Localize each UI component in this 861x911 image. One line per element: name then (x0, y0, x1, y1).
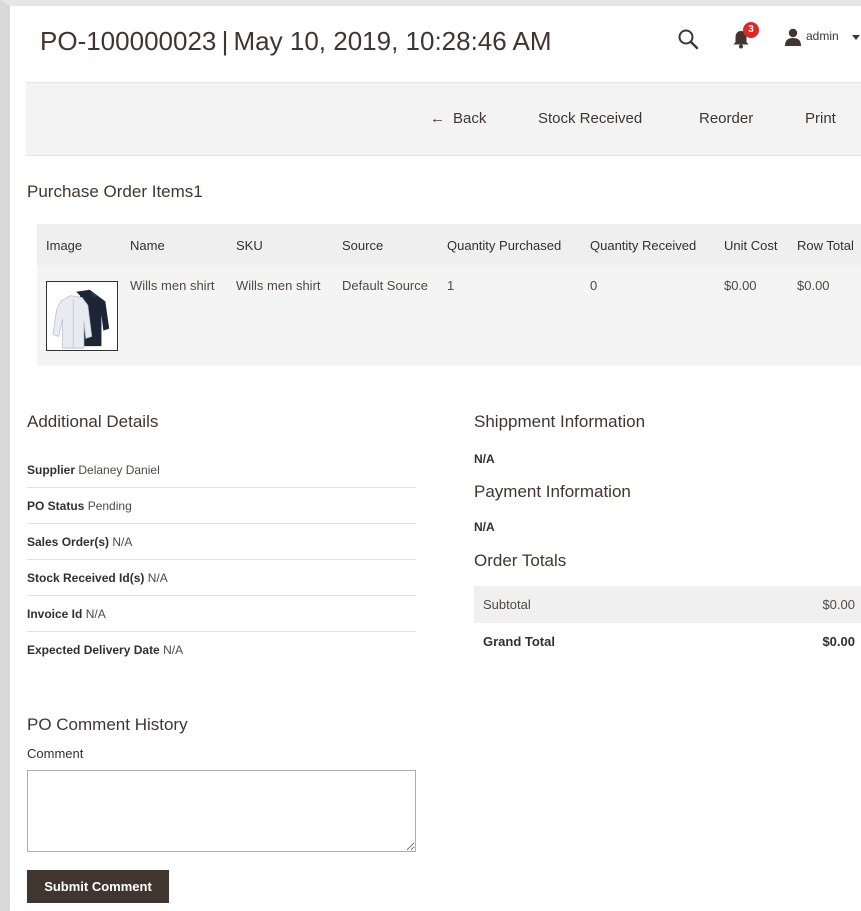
cell-row-total: $0.00 (788, 266, 861, 366)
col-qty-purchased: Quantity Purchased (438, 224, 581, 266)
subtotal-value: $0.00 (822, 597, 855, 612)
detail-row-stock-received-ids: Stock Received Id(s) N/A (27, 560, 416, 596)
col-row-total: Row Total (788, 224, 861, 266)
detail-value: N/A (112, 535, 133, 549)
stock-received-button[interactable]: Stock Received (538, 110, 642, 127)
grand-total-row: Grand Total $0.00 (474, 623, 861, 660)
detail-value: Delaney Daniel (78, 463, 160, 477)
col-image: Image (37, 224, 121, 266)
detail-value: N/A (147, 571, 168, 585)
page-frame: PO-100000023 | May 10, 2019, 10:28:46 AM… (0, 0, 861, 911)
detail-row-supplier: Supplier Delaney Daniel (27, 452, 416, 488)
items-table: Image Name SKU Source Quantity Purchased… (37, 224, 861, 366)
detail-label: Stock Received Id(s) (27, 571, 145, 585)
detail-label: Sales Order(s) (27, 535, 110, 549)
subtotal-label: Subtotal (483, 597, 531, 612)
user-name[interactable]: admin (806, 29, 839, 43)
cell-sku: Wills men shirt (227, 266, 333, 366)
detail-label: Invoice Id (27, 607, 83, 621)
col-sku: SKU (227, 224, 333, 266)
detail-value: N/A (85, 607, 106, 621)
reorder-button[interactable]: Reorder (699, 110, 753, 127)
comment-history-heading: PO Comment History (27, 715, 188, 734)
shipment-value: N/A (474, 452, 495, 466)
detail-value: Pending (87, 499, 132, 513)
subtotal-row: Subtotal $0.00 (474, 586, 861, 623)
detail-label: Expected Delivery Date (27, 643, 160, 657)
payment-value: N/A (474, 520, 495, 534)
arrow-left-icon: ← (430, 110, 445, 127)
detail-label: Supplier (27, 463, 76, 477)
chevron-down-icon[interactable] (852, 35, 860, 40)
col-qty-received: Quantity Received (581, 224, 715, 266)
action-bar: ← Back Stock Received Reorder Print (26, 82, 861, 156)
comment-label: Comment (27, 746, 84, 761)
col-unit-cost: Unit Cost (715, 224, 788, 266)
print-button[interactable]: Print (805, 110, 836, 127)
cell-unit-cost: $0.00 (715, 266, 788, 366)
image-cell (37, 266, 121, 366)
back-button[interactable]: ← Back (430, 110, 486, 127)
cell-qty-received: 0 (581, 266, 715, 366)
cell-name: Wills men shirt (121, 266, 227, 366)
table-row: Wills men shirt Wills men shirt Default … (37, 266, 861, 366)
product-thumbnail[interactable] (46, 281, 118, 351)
notification-count-badge[interactable]: 3 (743, 22, 759, 38)
submit-comment-button[interactable]: Submit Comment (27, 870, 169, 903)
search-icon[interactable] (677, 28, 699, 50)
user-icon[interactable] (785, 28, 801, 46)
order-totals-heading: Order Totals (474, 551, 567, 570)
page-title: PO-100000023 | May 10, 2019, 10:28:46 AM (40, 26, 552, 56)
payment-heading: Payment Information (474, 482, 631, 501)
cell-qty-purchased: 1 (438, 266, 581, 366)
detail-row-expected-delivery: Expected Delivery Date N/A (27, 632, 416, 668)
order-totals: Subtotal $0.00 Grand Total $0.00 (474, 586, 861, 660)
detail-label: PO Status (27, 499, 85, 513)
table-header-row: Image Name SKU Source Quantity Purchased… (37, 224, 861, 266)
detail-row-po-status: PO Status Pending (27, 488, 416, 524)
cell-source: Default Source (333, 266, 438, 366)
grand-total-value: $0.00 (822, 634, 855, 649)
col-name: Name (121, 224, 227, 266)
additional-details-heading: Additional Details (27, 412, 159, 431)
shipment-heading: Shippment Information (474, 412, 646, 431)
grand-total-label: Grand Total (483, 634, 555, 649)
col-source: Source (333, 224, 438, 266)
detail-row-invoice-id: Invoice Id N/A (27, 596, 416, 632)
detail-value: N/A (163, 643, 184, 657)
detail-row-sales-orders: Sales Order(s) N/A (27, 524, 416, 560)
items-heading: Purchase Order Items1 (27, 182, 203, 201)
additional-details-list: Supplier Delaney Daniel PO Status Pendin… (27, 452, 416, 668)
comment-textarea[interactable] (27, 770, 416, 852)
back-label: Back (453, 110, 487, 127)
